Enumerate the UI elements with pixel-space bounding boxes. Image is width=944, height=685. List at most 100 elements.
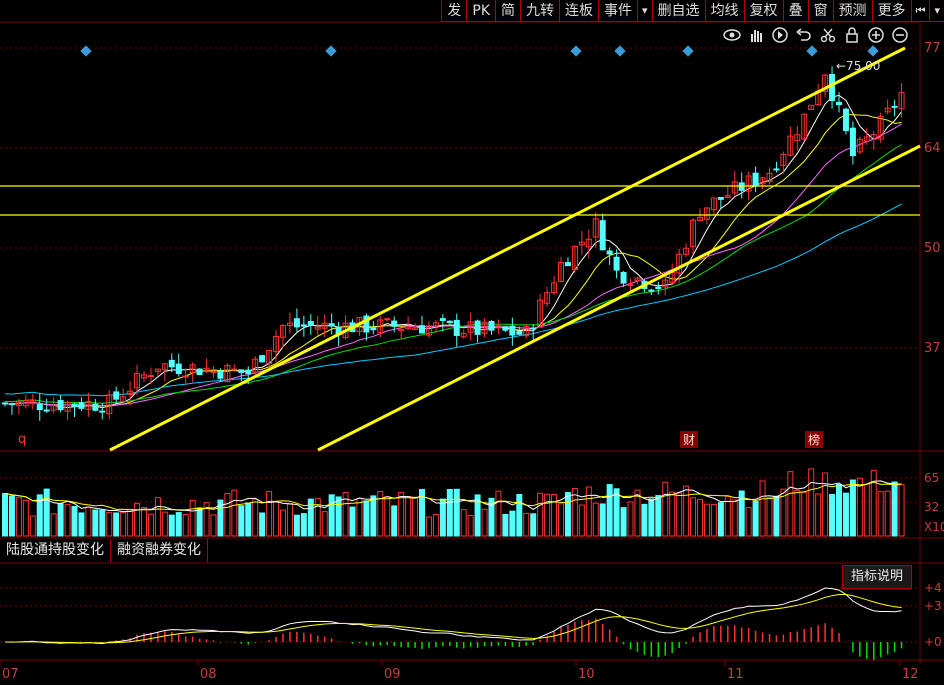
candle-body — [8, 403, 15, 406]
volume-tick-label: X10 — [924, 520, 944, 534]
volume-bar — [836, 484, 842, 537]
candle-body — [606, 250, 613, 255]
candle-body — [43, 409, 50, 412]
candle-body — [717, 197, 724, 200]
volume-bar — [745, 507, 752, 537]
indicator-help-button[interactable]: 指标说明 — [842, 565, 913, 589]
tab-margin-trading[interactable]: 融资融券变化 — [111, 539, 208, 562]
macd-dif-line — [4, 587, 902, 645]
volume-bar — [266, 490, 273, 537]
volume-bar — [196, 507, 203, 537]
volume-bar — [224, 492, 231, 537]
play-icon[interactable] — [770, 26, 790, 44]
toolbar-button-11[interactable]: 窗 — [807, 0, 833, 22]
toolbar-button-9[interactable]: 复权 — [743, 0, 783, 22]
price-tick-label: 50 — [924, 241, 941, 256]
candle-body — [259, 355, 266, 363]
volume-bar — [599, 503, 606, 537]
volume-bar — [502, 513, 509, 537]
undo-icon[interactable] — [794, 26, 814, 44]
volume-bar — [606, 484, 613, 537]
zoom-in-icon[interactable] — [866, 26, 886, 44]
candle-body — [453, 319, 460, 336]
volume-bar — [168, 514, 175, 537]
candle-body — [328, 323, 335, 327]
candle-body — [752, 172, 759, 186]
volume-bar — [439, 498, 446, 537]
volume-bar — [648, 498, 655, 537]
volume-bar — [537, 492, 544, 537]
toolbar-button-10[interactable]: 叠 — [782, 0, 808, 22]
macd-dea-line — [5, 594, 902, 644]
lock-icon[interactable] — [842, 26, 862, 44]
toolbar-button-5[interactable]: 事件 — [598, 0, 638, 22]
volume-bar — [863, 483, 870, 537]
zoom-out-icon[interactable] — [890, 26, 910, 44]
data-tabs: 陆股通持股变化 融资融券变化 — [0, 539, 208, 563]
volume-bar — [231, 489, 238, 537]
volume-bar — [627, 501, 634, 537]
marker-bang: 榜 — [808, 432, 820, 447]
toolbar-button-1[interactable]: PK — [466, 0, 496, 22]
event-diamond-icon — [806, 45, 818, 57]
toolbar-button-8[interactable]: 均线 — [704, 0, 744, 22]
toolbar-button-0[interactable]: 发 — [441, 0, 467, 22]
volume-bar — [286, 502, 293, 537]
toolbar-button-13[interactable]: 更多 — [871, 0, 911, 22]
toolbar-button-2[interactable]: 简 — [495, 0, 521, 22]
volume-bar — [683, 485, 690, 537]
volume-bar — [717, 502, 724, 537]
volume-bar — [530, 513, 537, 537]
volume-bar — [106, 511, 113, 537]
volume-tick-label: 65 — [924, 471, 939, 485]
toolbar-button-7[interactable]: 删自选 — [651, 0, 705, 22]
volume-bar — [710, 503, 717, 537]
eye-icon[interactable] — [722, 26, 742, 44]
volume-bar — [29, 515, 36, 537]
toolbar-button-4[interactable]: 连板 — [559, 0, 599, 22]
volume-bar — [898, 484, 905, 537]
volume-bar — [99, 509, 106, 537]
toolbar-button-15[interactable]: ▾ — [929, 0, 944, 22]
volume-bar — [891, 481, 898, 537]
volume-bar — [703, 503, 710, 537]
kline-chart[interactable]: 77 64 50 37 65 32 X10 +4 +3 +0 07 08 09 10 11 12 ←75.00 q… — [0, 0, 944, 685]
candle-body — [384, 318, 391, 321]
volume-bar — [259, 512, 266, 537]
volume-bar — [113, 512, 120, 537]
candle-body — [300, 324, 307, 327]
volume-bar — [822, 472, 829, 537]
volume-bar — [620, 507, 627, 537]
volume-bar — [801, 491, 808, 537]
volume-bar — [92, 509, 99, 537]
toolbar-button-3[interactable]: 九转 — [520, 0, 560, 22]
volume-bar — [252, 498, 259, 537]
volume-bar — [210, 514, 217, 537]
toolbar-button-6[interactable]: ▾ — [637, 0, 652, 22]
volume-bar — [460, 509, 467, 537]
candle-body — [488, 321, 495, 331]
volume-bar — [752, 500, 759, 537]
event-diamond-icon — [614, 45, 626, 57]
candle-body — [419, 325, 425, 334]
price-tick-label: 77 — [924, 41, 941, 56]
volume-bar — [57, 503, 64, 537]
volume-bar — [85, 506, 92, 537]
hand-icon[interactable] — [746, 26, 766, 44]
scissors-icon[interactable] — [818, 26, 838, 44]
volume-bar — [697, 498, 703, 537]
volume-bar — [412, 496, 419, 537]
tab-hk-connect-holdings[interactable]: 陆股通持股变化 — [0, 539, 111, 562]
event-diamond-icon — [570, 45, 582, 57]
candle-body — [773, 168, 780, 171]
volume-bar — [189, 499, 196, 537]
event-diamond-icon — [325, 45, 337, 57]
candle-body — [293, 318, 300, 328]
volume-bar — [509, 510, 516, 537]
volume-bar — [71, 505, 78, 537]
volume-bar — [815, 493, 822, 537]
toolbar-button-14[interactable]: ⏮ — [910, 0, 930, 22]
toolbar-button-12[interactable]: 预测 — [832, 0, 872, 22]
volume-bar — [300, 513, 307, 537]
candle-body — [509, 325, 516, 336]
